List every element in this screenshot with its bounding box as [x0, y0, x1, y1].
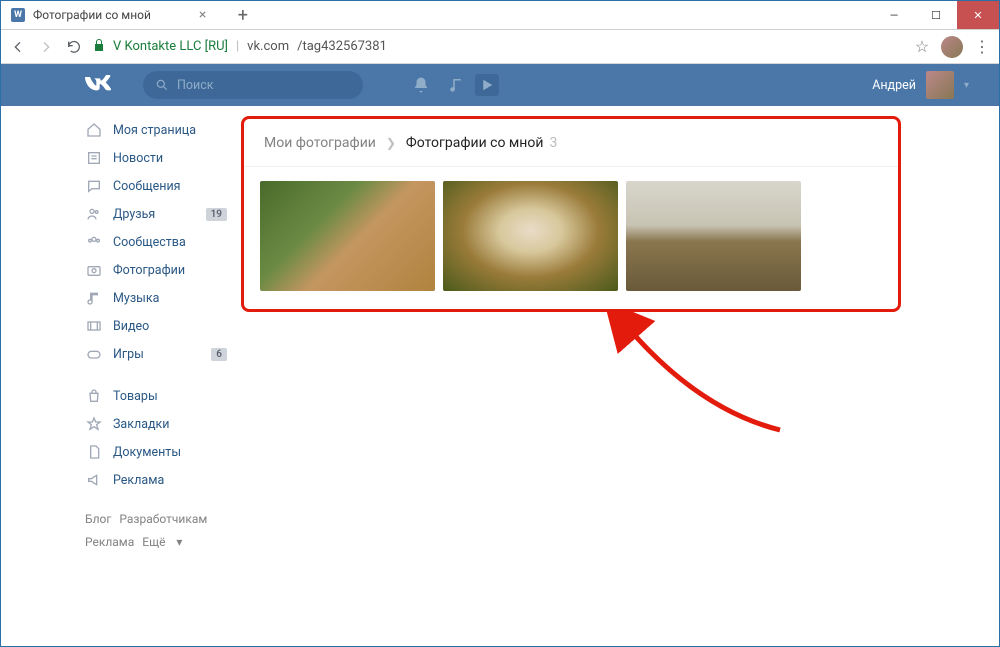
browser-menu-button[interactable]: ⋮	[973, 38, 991, 56]
new-tab-button[interactable]: +	[231, 3, 255, 27]
vk-header: Поиск Андрей ▾	[1, 64, 999, 106]
sidebar-item-label: Фотографии	[113, 263, 185, 278]
sidebar-item-label: Сообщества	[113, 235, 186, 250]
sidebar-item-my-page[interactable]: Моя страница	[81, 116, 231, 144]
music-player-icon[interactable]	[439, 67, 475, 103]
sidebar-item-groups[interactable]: Сообщества	[81, 228, 231, 256]
sidebar-item-messages[interactable]: Сообщения	[81, 172, 231, 200]
footer-link-blog[interactable]: Блог	[85, 512, 111, 526]
tab-close-icon[interactable]: ×	[199, 9, 211, 21]
footer-link-more[interactable]: Ещё ▾	[142, 535, 182, 549]
sidebar-item-news[interactable]: Новости	[81, 144, 231, 172]
home-icon	[85, 121, 103, 139]
sidebar-item-label: Товары	[113, 389, 158, 404]
breadcrumb-root[interactable]: Мои фотографии	[264, 135, 376, 151]
sidebar-item-ads[interactable]: Реклама	[81, 466, 231, 494]
sidebar-item-label: Игры	[113, 347, 144, 362]
nav-back-button[interactable]	[9, 38, 27, 56]
breadcrumb: Мои фотографии ❯ Фотографии со мной 3	[244, 119, 898, 167]
breadcrumb-current: Фотографии со мной	[406, 135, 544, 151]
sidebar-item-label: Реклама	[113, 473, 164, 488]
sidebar-item-label: Сообщения	[113, 179, 181, 194]
notifications-icon[interactable]	[403, 67, 439, 103]
sidebar-item-market[interactable]: Товары	[81, 382, 231, 410]
sidebar-item-label: Закладки	[113, 417, 170, 432]
sidebar-item-video[interactable]: Видео	[81, 312, 231, 340]
groups-icon	[85, 233, 103, 251]
sidebar-item-label: Друзья	[113, 207, 155, 222]
breadcrumb-count: 3	[549, 135, 557, 151]
footer-link-dev[interactable]: Разработчикам	[119, 512, 207, 526]
sidebar-badge: 19	[206, 208, 227, 221]
tab-favicon: W	[11, 8, 25, 22]
lock-icon	[93, 38, 105, 56]
sidebar-item-friends[interactable]: Друзья 19	[81, 200, 231, 228]
url-path: /tag432567381	[297, 39, 387, 54]
sidebar-item-bookmarks[interactable]: Закладки	[81, 410, 231, 438]
video-icon	[85, 317, 103, 335]
vk-logo[interactable]	[81, 75, 113, 95]
nav-forward-button[interactable]	[37, 38, 55, 56]
url-org: V Kontakte LLC [RU]	[113, 39, 228, 54]
sidebar-item-label: Музыка	[113, 291, 159, 306]
megaphone-icon	[85, 471, 103, 489]
friends-icon	[85, 205, 103, 223]
photo-thumbnail[interactable]	[260, 181, 435, 291]
chevron-down-icon[interactable]: ▾	[964, 80, 969, 91]
games-icon	[85, 345, 103, 363]
news-icon	[85, 149, 103, 167]
sidebar-item-music[interactable]: Музыка	[81, 284, 231, 312]
sidebar-item-games[interactable]: Игры 6	[81, 340, 231, 368]
photo-thumbnail[interactable]	[443, 181, 618, 291]
window-maximize-button[interactable]: ☐	[915, 1, 957, 29]
music-icon	[85, 289, 103, 307]
tab-title: Фотографии со мной	[33, 8, 151, 22]
sidebar-item-label: Видео	[113, 319, 149, 334]
photos-panel: Мои фотографии ❯ Фотографии со мной 3	[241, 116, 901, 312]
nav-reload-button[interactable]	[65, 38, 83, 56]
sidebar-item-label: Моя страница	[113, 123, 196, 138]
search-placeholder: Поиск	[177, 78, 214, 93]
footer-link-ads[interactable]: Реклама	[85, 535, 134, 549]
search-icon	[155, 78, 169, 92]
search-input[interactable]: Поиск	[143, 71, 363, 99]
sidebar: Моя страница Новости Сообщения Друзья19 …	[81, 106, 231, 554]
sidebar-item-label: Новости	[113, 151, 163, 166]
play-button-icon[interactable]	[475, 74, 499, 96]
market-icon	[85, 387, 103, 405]
messages-icon	[85, 177, 103, 195]
chevron-right-icon: ❯	[386, 136, 396, 150]
header-username[interactable]: Андрей	[872, 78, 916, 93]
sidebar-badge: 6	[211, 348, 227, 361]
window-titlebar: W Фотографии со мной × + — ☐ ✕	[1, 1, 999, 30]
header-avatar[interactable]	[926, 71, 954, 99]
sidebar-footer: Блог Разработчикам Реклама Ещё ▾	[81, 494, 231, 554]
address-bar[interactable]: V Kontakte LLC [RU] | vk.com/tag43256738…	[93, 38, 903, 56]
bookmark-star-icon[interactable]: ☆	[913, 38, 931, 56]
sidebar-item-photos[interactable]: Фотографии	[81, 256, 231, 284]
window-close-button[interactable]: ✕	[957, 1, 999, 29]
browser-toolbar: V Kontakte LLC [RU] | vk.com/tag43256738…	[1, 30, 999, 64]
photo-thumbnail[interactable]	[626, 181, 801, 291]
window-minimize-button[interactable]: —	[873, 1, 915, 29]
browser-profile-avatar[interactable]	[941, 36, 963, 58]
sidebar-item-label: Документы	[113, 445, 181, 460]
sidebar-item-docs[interactable]: Документы	[81, 438, 231, 466]
star-icon	[85, 415, 103, 433]
url-host: vk.com	[247, 39, 289, 54]
camera-icon	[85, 261, 103, 279]
docs-icon	[85, 443, 103, 461]
